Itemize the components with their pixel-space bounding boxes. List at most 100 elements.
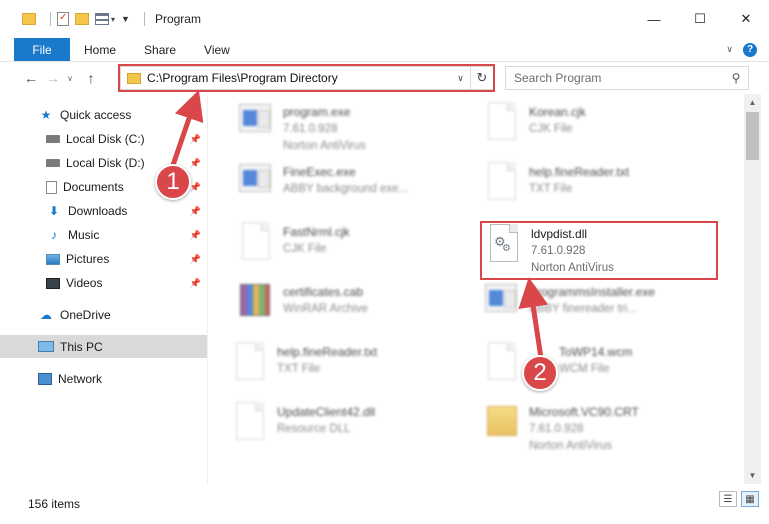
- tab-home[interactable]: Home: [70, 38, 130, 61]
- sidebar-item-label: Pictures: [66, 252, 110, 266]
- file-type: Resource DLL: [277, 423, 351, 435]
- pin-icon[interactable]: 📌: [190, 230, 201, 241]
- file-item[interactable]: program.exe 7.61.0.928 Norton AntiVirus: [235, 100, 475, 154]
- recent-locations-button[interactable]: ∨: [64, 74, 76, 83]
- file-item-ldvpdist-dll[interactable]: ⚙ ⚙ ldvpdist.dll 7.61.0.928 Norton AntiV…: [483, 222, 723, 276]
- address-path[interactable]: C:\Program Files\Program Directory: [147, 71, 451, 85]
- sidebar-item-quick-access[interactable]: ★ Quick access: [0, 104, 207, 126]
- file-item[interactable]: UpdateClient42.dll Resource DLL: [229, 400, 469, 454]
- sidebar-item-onedrive[interactable]: ☁ OneDrive: [0, 304, 207, 326]
- winrar-archive-icon: [235, 280, 275, 324]
- file-type: CJK File: [529, 123, 573, 135]
- status-bar: 156 items ☰ ▦: [0, 484, 769, 524]
- sidebar-item-local-disk-c[interactable]: Local Disk (C:) 📌: [0, 128, 207, 150]
- new-folder-icon[interactable]: [75, 13, 89, 25]
- pin-icon[interactable]: 📌: [190, 134, 201, 145]
- sidebar-item-label: Local Disk (C:): [66, 132, 145, 146]
- up-button[interactable]: ↑: [80, 70, 102, 86]
- file-item[interactable]: Korean.cjk CJK File: [481, 100, 721, 154]
- window-title: Program: [154, 12, 201, 26]
- search-icon[interactable]: ⚲: [724, 71, 748, 85]
- customize-toolbar-icon[interactable]: ▼: [121, 14, 130, 24]
- scroll-down-button[interactable]: ▼: [744, 467, 761, 484]
- properties-icon[interactable]: [57, 12, 69, 26]
- collapse-ribbon-icon[interactable]: ∨: [726, 44, 733, 55]
- quick-access-toolbar: ▾ ▼: [22, 0, 151, 38]
- details-view-button[interactable]: ☰: [719, 491, 737, 507]
- file-item[interactable]: ProgrammsInstaller.exe ABBY finereader t…: [481, 280, 721, 334]
- file-name: Korean.cjk: [529, 105, 586, 119]
- sidebar-item-videos[interactable]: Videos 📌: [0, 272, 207, 294]
- scrollbar-thumb[interactable]: [746, 112, 759, 160]
- file-version: 7.61.0.928: [529, 423, 584, 435]
- file-list: program.exe 7.61.0.928 Norton AntiVirus …: [209, 94, 744, 484]
- pin-icon[interactable]: 📌: [190, 254, 201, 265]
- file-type: CJK File: [283, 243, 327, 255]
- folder-icon: [22, 13, 36, 25]
- sidebar-item-pictures[interactable]: Pictures 📌: [0, 248, 207, 270]
- file-name: FastNrml.cjk: [283, 225, 350, 239]
- sidebar-item-label: OneDrive: [60, 308, 111, 322]
- file-type: ABBY background exe...: [283, 183, 409, 195]
- search-input[interactable]: [506, 71, 724, 85]
- file-company: Norton AntiVirus: [531, 262, 614, 274]
- pin-icon[interactable]: 📌: [190, 158, 201, 169]
- address-dropdown-button[interactable]: ∨: [451, 67, 471, 89]
- window-controls: — ☐ ✕: [631, 0, 769, 38]
- file-version: 7.61.0.928: [531, 245, 586, 257]
- ribbon-right-controls: ∨ ?: [726, 38, 769, 61]
- tab-file[interactable]: File: [14, 38, 70, 61]
- scroll-up-button[interactable]: ▲: [744, 94, 761, 111]
- sidebar-item-this-pc[interactable]: This PC: [0, 335, 207, 358]
- file-item[interactable]: Microsoft.VC90.CRT 7.61.0.928 Norton Ant…: [481, 400, 721, 454]
- close-button[interactable]: ✕: [723, 0, 769, 38]
- help-icon[interactable]: ?: [743, 42, 757, 57]
- file-item[interactable]: ToWP14.wcm WCM File: [481, 340, 721, 394]
- vertical-scrollbar[interactable]: ▲ ▼: [744, 94, 761, 484]
- address-bar[interactable]: C:\Program Files\Program Directory ∨ ↻: [120, 66, 494, 90]
- title-bar: ▾ ▼ Program — ☐ ✕: [0, 0, 769, 38]
- chevron-down-icon[interactable]: ▾: [111, 15, 115, 24]
- sidebar-item-music[interactable]: ♪ Music 📌: [0, 224, 207, 246]
- pin-icon[interactable]: 📌: [190, 278, 201, 289]
- sidebar-item-label: Quick access: [60, 108, 132, 122]
- blank-file-icon: [235, 220, 275, 264]
- sidebar-item-downloads[interactable]: ⬇ Downloads 📌: [0, 200, 207, 222]
- maximize-button[interactable]: ☐: [677, 0, 723, 38]
- file-name: help.fineReader.txt: [529, 165, 630, 179]
- tab-share[interactable]: Share: [130, 38, 190, 61]
- file-item[interactable]: help.fineReader.txt TXT File: [229, 340, 469, 394]
- blank-file-icon: [481, 160, 521, 204]
- file-type: WCM File: [559, 363, 610, 375]
- pin-icon[interactable]: 📌: [190, 206, 201, 217]
- file-name: ProgrammsInstaller.exe: [529, 285, 656, 299]
- drive-icon: [46, 135, 60, 143]
- file-item[interactable]: help.fineReader.txt TXT File: [481, 160, 721, 214]
- music-note-icon: ♪: [51, 228, 57, 242]
- tab-view[interactable]: View: [190, 38, 244, 61]
- pin-icon[interactable]: 📌: [190, 182, 201, 193]
- view-options-icon[interactable]: [95, 13, 109, 25]
- file-type: WinRAR Archive: [283, 303, 368, 315]
- large-icons-view-button[interactable]: ▦: [741, 491, 759, 507]
- star-icon: ★: [40, 108, 52, 122]
- sidebar-item-label: Music: [68, 228, 100, 242]
- file-item[interactable]: FineExec.exe ABBY background exe...: [235, 160, 475, 214]
- back-button[interactable]: ←: [20, 70, 42, 86]
- search-box[interactable]: ⚲: [505, 66, 749, 90]
- file-name: program.exe: [283, 105, 351, 119]
- blank-file-icon: [481, 100, 521, 144]
- navigation-pane: ★ Quick access Local Disk (C:) 📌 Local D…: [0, 94, 208, 484]
- cloud-icon: ☁: [40, 308, 52, 322]
- file-name: ldvpdist.dll: [531, 227, 588, 241]
- sidebar-item-label: Documents: [63, 180, 124, 194]
- refresh-button[interactable]: ↻: [471, 70, 493, 86]
- file-item[interactable]: FastNrml.cjk CJK File: [235, 220, 475, 274]
- forward-button[interactable]: →: [42, 70, 64, 86]
- file-type: TXT File: [277, 363, 321, 375]
- file-item[interactable]: certificates.cab WinRAR Archive: [235, 280, 475, 334]
- folder-icon: [481, 400, 521, 444]
- dll-gear-icon: ⚙ ⚙: [483, 222, 523, 266]
- minimize-button[interactable]: —: [631, 0, 677, 38]
- sidebar-item-network[interactable]: Network: [0, 368, 207, 390]
